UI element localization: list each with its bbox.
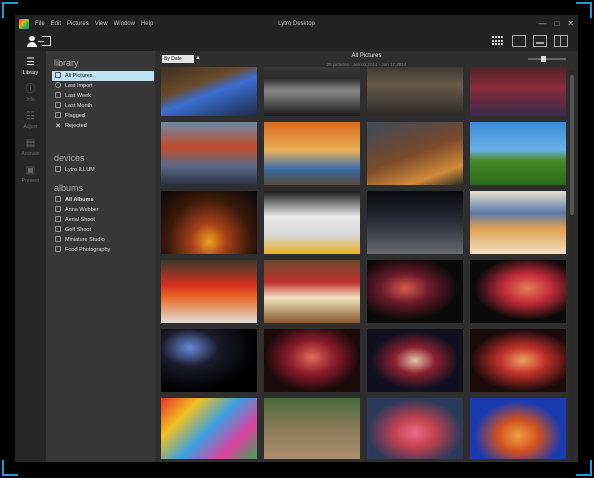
clock-icon [55, 82, 61, 88]
album-icon [55, 246, 61, 252]
rail-present-label: Present [21, 178, 40, 184]
album-icon [55, 226, 61, 232]
thumb-road-shoes[interactable] [367, 122, 463, 185]
corner-accent-top-right [576, 2, 592, 18]
thumb-blue-paper[interactable] [161, 67, 257, 116]
maximize-icon[interactable]: □ [554, 19, 559, 28]
albums-section-title: albums [54, 183, 84, 193]
sidebar-item-rejected[interactable]: ✕ Rejected [52, 121, 154, 131]
thumb-candles[interactable] [161, 191, 257, 254]
rail-adjust-label: Adjust [23, 124, 38, 130]
window-title: Lytro Desktop [278, 21, 315, 27]
sidebar-item-lytro-illum[interactable]: Lytro ILLUM [52, 165, 154, 175]
scrollbar[interactable] [570, 71, 574, 459]
sidebar-item-all-pictures[interactable]: All Pictures [52, 71, 154, 81]
sidebar-item-last-month[interactable]: Last Month [52, 101, 154, 111]
sidebar-item-golf-shoot[interactable]: Golf Shoot [52, 225, 154, 235]
thumb-red-shoes[interactable] [470, 67, 566, 116]
user-icon[interactable] [26, 36, 38, 48]
album-icon [55, 206, 61, 212]
thumb-golden-gate[interactable] [161, 122, 257, 185]
mode-rail: ☰ Library ⓘ Info ☷ Adjust ▤ Animate ▣ Pr… [15, 51, 46, 462]
toolbar [15, 33, 578, 51]
sign-in-icon[interactable] [38, 36, 51, 46]
rail-library[interactable]: ☰ Library [15, 55, 46, 81]
grid-view-icon[interactable] [491, 35, 505, 47]
thumb-lace-mask[interactable] [264, 329, 360, 392]
app-window: File Edit Pictures View Window Help Lytr… [15, 15, 578, 462]
corner-accent-bottom-left [2, 460, 18, 476]
thumb-coral[interactable] [470, 398, 566, 459]
reject-icon: ✕ [55, 123, 61, 130]
thumb-sandwich[interactable] [264, 260, 360, 323]
sidebar-item-aerial-shoot[interactable]: Aerial Shoot [52, 215, 154, 225]
single-view-icon[interactable] [512, 35, 526, 47]
scrollbar-thumb[interactable] [570, 75, 574, 215]
thumb-bubble-girl[interactable] [470, 260, 566, 323]
picture-browser: By Date ▲ All Pictures 25 pictures · Jun… [155, 51, 578, 462]
sidebar-view-icon[interactable] [554, 35, 568, 47]
thumb-tomatoes[interactable] [161, 260, 257, 323]
close-icon[interactable]: ✕ [567, 19, 574, 28]
thumb-motocross[interactable] [264, 398, 360, 459]
thumb-feet[interactable] [264, 122, 360, 185]
thumb-truck[interactable] [264, 67, 360, 116]
thumb-golf[interactable] [470, 122, 566, 185]
album-icon [55, 236, 61, 242]
filmstrip-view-icon[interactable] [533, 35, 547, 47]
camera-icon [55, 166, 61, 172]
album-icon [55, 216, 61, 222]
rail-info-label: Info [26, 97, 35, 103]
title-bar: File Edit Pictures View Window Help Lytr… [15, 15, 578, 33]
rail-animate-label: Animate [21, 151, 40, 157]
animate-icon: ▤ [25, 138, 36, 149]
thumb-hat-woman[interactable] [367, 260, 463, 323]
thumb-bubbles[interactable] [161, 329, 257, 392]
window-controls: — □ ✕ [538, 19, 574, 28]
devices-section-title: devices [54, 153, 85, 163]
calendar-icon [55, 102, 61, 108]
slider-handle[interactable] [541, 56, 547, 62]
thumb-pancakes[interactable] [470, 191, 566, 254]
thumb-sunglasses[interactable] [367, 329, 463, 392]
thumb-toy-cars[interactable] [367, 67, 463, 116]
sidebar-item-last-import[interactable]: Last Import [52, 81, 154, 91]
corner-accent-bottom-right [576, 460, 592, 476]
thumbnail-grid [161, 67, 566, 459]
view-mode-buttons [491, 35, 568, 47]
pictures-icon [55, 72, 61, 78]
rail-adjust[interactable]: ☷ Adjust [15, 109, 46, 135]
thumb-alley[interactable] [367, 191, 463, 254]
albums-icon [55, 196, 61, 202]
sidebar-item-food-photography[interactable]: Food Photography [52, 245, 154, 255]
thumbnail-size-slider[interactable] [528, 56, 566, 62]
thumb-balloons[interactable] [161, 398, 257, 459]
sidebar-item-last-week[interactable]: Last Week [52, 91, 154, 101]
calendar-icon [55, 92, 61, 98]
page-title: All Pictures [351, 53, 382, 59]
thumb-eggs[interactable] [264, 191, 360, 254]
flag-icon [55, 112, 61, 118]
rail-library-label: Library [22, 70, 39, 76]
sidebar-item-flagged[interactable]: Flagged [52, 111, 154, 121]
rail-info[interactable]: ⓘ Info [15, 82, 46, 108]
sidebar-item-anna-webber[interactable]: Anna Webber [52, 205, 154, 215]
adjust-icon: ☷ [26, 111, 35, 122]
library-icon: ☰ [26, 57, 35, 68]
library-sidebar: library All Pictures Last Import Last We… [46, 51, 155, 462]
rail-animate[interactable]: ▤ Animate [15, 136, 46, 162]
present-icon: ▣ [25, 165, 36, 176]
sidebar-item-miniature-studio[interactable]: Miniature Studio [52, 235, 154, 245]
minimize-icon[interactable]: — [538, 19, 546, 28]
library-section-title: library [54, 58, 79, 68]
sidebar-item-all-albums[interactable]: All Albums [52, 195, 154, 205]
info-icon: ⓘ [25, 84, 36, 95]
rail-present[interactable]: ▣ Present [15, 163, 46, 189]
thumb-fire-hands[interactable] [470, 329, 566, 392]
thumb-anemone[interactable] [367, 398, 463, 459]
